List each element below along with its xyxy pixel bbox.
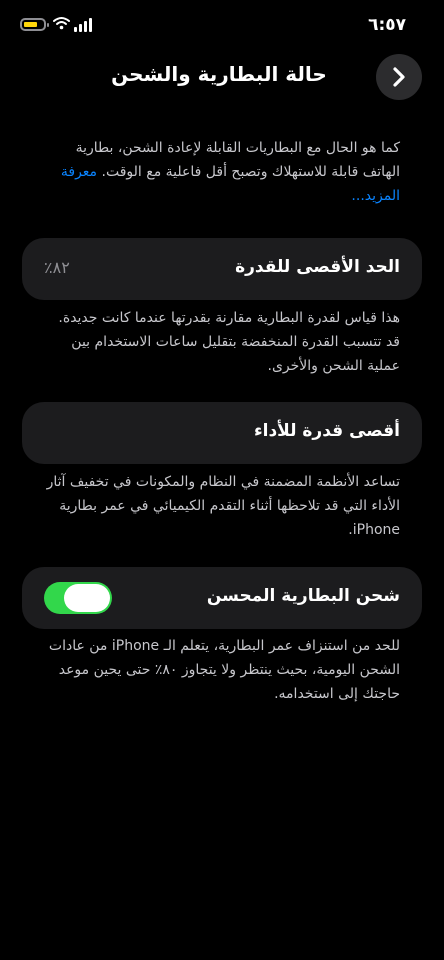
page-title: حالة البطارية والشحن: [111, 62, 327, 86]
max-capacity-value: ٨٢٪: [44, 258, 70, 277]
optimized-charging-row: شحن البطارية المحسن: [22, 567, 422, 629]
max-capacity-label: الحد الأقصى للقدرة: [235, 257, 400, 277]
signal-icon: [74, 18, 94, 32]
max-capacity-description: هذا قياس لقدرة البطارية مقارنة بقدرتها ع…: [58, 310, 400, 374]
intro-body: كما هو الحال مع البطاريات القابلة لإعادة…: [75, 140, 400, 180]
chevron-right-icon: [393, 67, 405, 87]
max-capacity-row: الحد الأقصى للقدرة ٨٢٪: [22, 238, 422, 300]
intro-text: كما هو الحال مع البطاريات القابلة لإعادة…: [44, 136, 400, 208]
peak-performance-description: تساعد الأنظمة المضمنة في النظام والمكونا…: [46, 474, 400, 538]
status-time: ٦:٥٧: [368, 15, 406, 35]
status-bar: ٦:٥٧: [0, 0, 444, 52]
toggle-knob: [64, 584, 110, 612]
optimized-charging-description: للحد من استنزاف عمر البطارية، يتعلم الـ …: [48, 638, 400, 702]
wifi-icon: [53, 17, 70, 30]
back-button[interactable]: [376, 54, 422, 100]
battery-icon: [20, 18, 49, 31]
peak-performance-row[interactable]: أقصى قدرة للأداء: [22, 402, 422, 464]
optimized-charging-toggle[interactable]: [44, 582, 112, 614]
peak-performance-label: أقصى قدرة للأداء: [253, 421, 400, 441]
optimized-charging-label: شحن البطارية المحسن: [206, 586, 400, 606]
